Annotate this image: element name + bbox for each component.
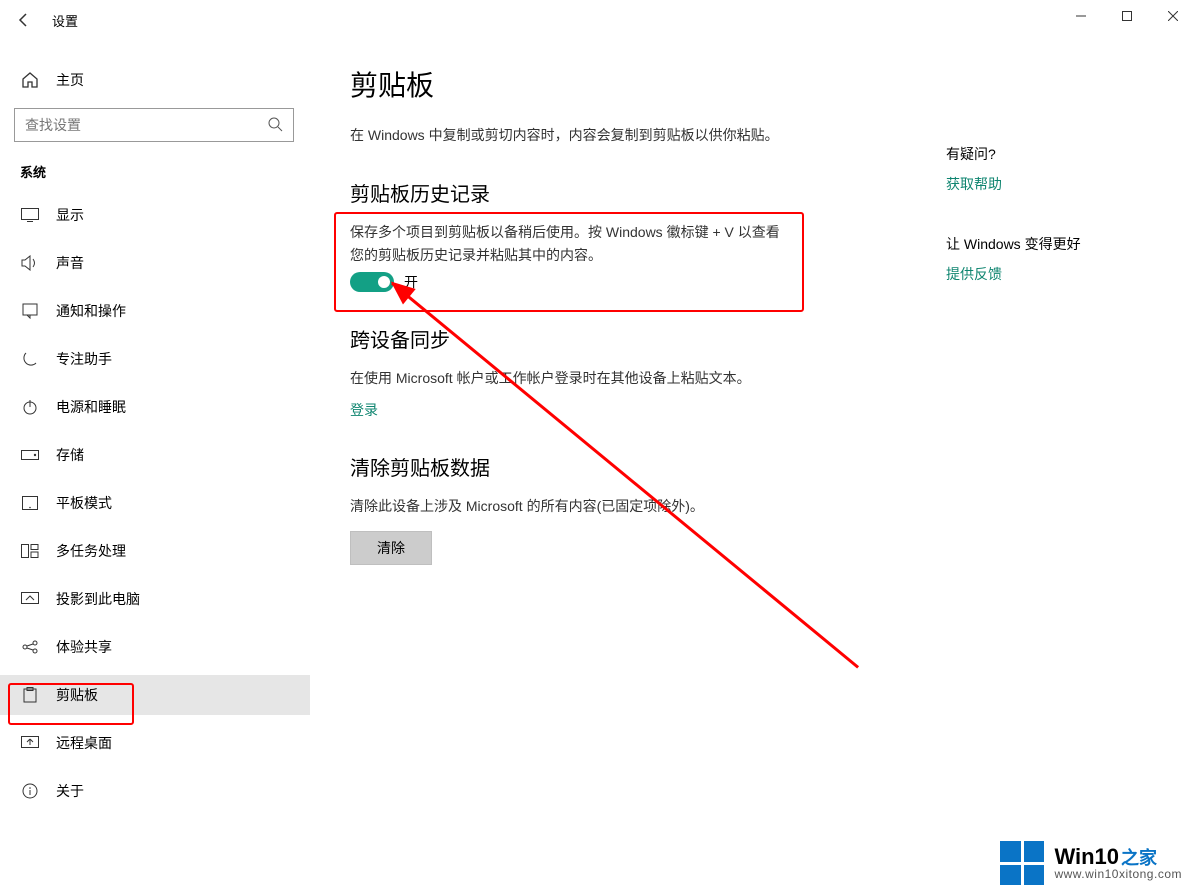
sidebar-item-display[interactable]: 显示 [0, 195, 310, 235]
watermark: Win10之家 www.win10xitong.com [1000, 841, 1182, 885]
search-box[interactable] [14, 108, 294, 142]
sidebar-item-label: 远程桌面 [56, 733, 112, 753]
watermark-logo-icon [1000, 841, 1044, 885]
page-title: 剪贴板 [350, 64, 1156, 104]
focus-assist-icon [20, 351, 40, 367]
window-title: 设置 [52, 11, 78, 30]
clipboard-icon [20, 687, 40, 703]
clear-heading: 清除剪贴板数据 [350, 452, 1156, 481]
notifications-icon [20, 303, 40, 319]
sidebar-item-label: 声音 [56, 253, 84, 273]
shared-icon [20, 640, 40, 654]
sidebar-item-notifications[interactable]: 通知和操作 [0, 291, 310, 331]
history-toggle[interactable] [350, 272, 394, 292]
sound-icon [20, 255, 40, 271]
sidebar-item-sound[interactable]: 声音 [0, 243, 310, 283]
sync-text: 在使用 Microsoft 帐户或工作帐户登录时在其他设备上粘贴文本。 [350, 367, 870, 389]
sidebar-item-remote[interactable]: 远程桌面 [0, 723, 310, 763]
sidebar-item-label: 显示 [56, 205, 84, 225]
section-label: 系统 [0, 158, 310, 191]
about-icon [20, 783, 40, 799]
back-arrow-icon [16, 12, 32, 28]
search-input[interactable] [25, 117, 267, 133]
search-icon [267, 116, 283, 135]
home-label: 主页 [56, 70, 84, 90]
tablet-icon [20, 496, 40, 510]
clear-button[interactable]: 清除 [350, 531, 432, 565]
sidebar-item-label: 体验共享 [56, 637, 112, 657]
maximize-icon [1122, 11, 1132, 21]
sidebar-item-label: 通知和操作 [56, 301, 126, 321]
sidebar-item-label: 存储 [56, 445, 84, 465]
sidebar-item-tablet[interactable]: 平板模式 [0, 483, 310, 523]
sidebar-item-label: 多任务处理 [56, 541, 126, 561]
sidebar-item-shared[interactable]: 体验共享 [0, 627, 310, 667]
home-button[interactable]: 主页 [0, 60, 310, 100]
sidebar-item-label: 投影到此电脑 [56, 589, 140, 609]
sidebar: 主页 系统 显示 声音 通知和操作 专注助手 [0, 40, 310, 895]
clear-text: 清除此设备上涉及 Microsoft 的所有内容(已固定项除外)。 [350, 495, 870, 517]
close-icon [1168, 11, 1178, 21]
multitask-icon [20, 544, 40, 558]
sidebar-item-label: 平板模式 [56, 493, 112, 513]
sync-signin-link[interactable]: 登录 [350, 402, 378, 418]
watermark-brand-accent: 之家 [1121, 848, 1157, 868]
sidebar-item-clipboard[interactable]: 剪贴板 [0, 675, 310, 715]
watermark-brand: Win10 [1054, 844, 1119, 869]
maximize-button[interactable] [1104, 0, 1150, 32]
close-button[interactable] [1150, 0, 1196, 32]
sync-heading: 跨设备同步 [350, 324, 1156, 353]
sidebar-item-storage[interactable]: 存储 [0, 435, 310, 475]
titlebar: 设置 [0, 0, 1196, 40]
display-icon [20, 208, 40, 222]
project-icon [20, 592, 40, 606]
storage-icon [20, 450, 40, 460]
sidebar-item-label: 专注助手 [56, 349, 112, 369]
content-area: 剪贴板 在 Windows 中复制或剪切内容时，内容会复制到剪贴板以供你粘贴。 … [310, 40, 1196, 895]
sidebar-item-about[interactable]: 关于 [0, 771, 310, 811]
window-controls [1058, 0, 1196, 32]
sidebar-item-label: 关于 [56, 781, 84, 801]
sidebar-item-power[interactable]: 电源和睡眠 [0, 387, 310, 427]
history-toggle-label: 开 [404, 272, 418, 292]
feedback-link[interactable]: 提供反馈 [946, 266, 1002, 282]
intro-text: 在 Windows 中复制或剪切内容时，内容会复制到剪贴板以供你粘贴。 [350, 124, 870, 146]
back-button[interactable] [0, 0, 48, 40]
sidebar-item-label: 剪贴板 [56, 685, 98, 705]
watermark-url: www.win10xitong.com [1054, 868, 1182, 881]
minimize-icon [1076, 11, 1086, 21]
home-icon [20, 71, 40, 89]
sidebar-item-project[interactable]: 投影到此电脑 [0, 579, 310, 619]
sidebar-item-multitask[interactable]: 多任务处理 [0, 531, 310, 571]
sidebar-item-focus-assist[interactable]: 专注助手 [0, 339, 310, 379]
have-question-label: 有疑问? [946, 144, 1156, 164]
get-help-link[interactable]: 获取帮助 [946, 174, 1156, 194]
sidebar-item-label: 电源和睡眠 [56, 397, 126, 417]
right-panel: 有疑问? 获取帮助 让 Windows 变得更好 提供反馈 [946, 144, 1156, 284]
remote-icon [20, 736, 40, 750]
history-text: 保存多个项目到剪贴板以备稍后使用。按 Windows 徽标键 + V 以查看您的… [350, 221, 790, 266]
minimize-button[interactable] [1058, 0, 1104, 32]
power-icon [20, 399, 40, 415]
make-better-label: 让 Windows 变得更好 [946, 234, 1156, 254]
nav-list: 显示 声音 通知和操作 专注助手 电源和睡眠 存储 [0, 195, 310, 811]
